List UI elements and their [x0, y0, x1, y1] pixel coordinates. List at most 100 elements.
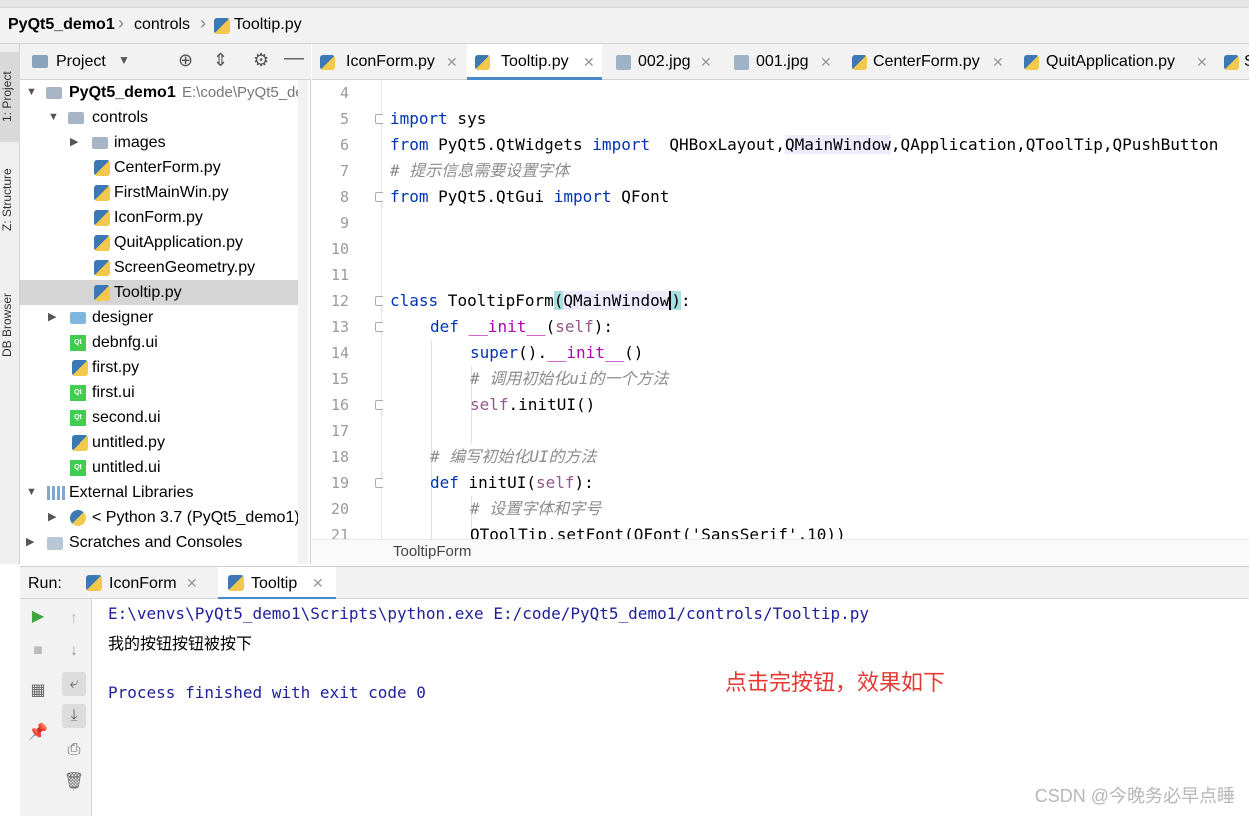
tree-item-file[interactable]: Qt untitled.ui	[20, 455, 305, 480]
editor-breadcrumb-item[interactable]: TooltipForm	[393, 543, 471, 560]
code-text: :	[681, 291, 691, 310]
tree-item-file[interactable]: QuitApplication.py	[20, 230, 305, 255]
tree-item-designer[interactable]: ▶ designer	[20, 305, 305, 330]
collapsed-arrow-icon[interactable]: ▶	[48, 305, 56, 330]
code-text: sys	[447, 109, 487, 128]
tab-overflow[interactable]: S	[1216, 44, 1249, 80]
tree-item-selected-file[interactable]: Tooltip.py	[20, 280, 305, 305]
collapse-all-icon[interactable]: ⇕	[213, 50, 228, 71]
line-number: 13	[330, 318, 349, 336]
arrow-down-icon[interactable]: ↓	[62, 639, 86, 663]
run-tool-window-header: Run: IconForm ✕ Tooltip ✕	[20, 566, 1249, 600]
arrow-up-icon[interactable]: ↑	[62, 607, 86, 631]
close-icon[interactable]: ✕	[820, 44, 832, 80]
soft-wrap-icon[interactable]: ⤶	[62, 672, 86, 696]
line-number: 8	[339, 188, 349, 206]
line-number: 5	[339, 110, 349, 128]
rerun-play-icon[interactable]: ▶	[26, 605, 50, 629]
code-usage-highlight: QMainWindow	[784, 135, 891, 154]
line-number: 11	[330, 266, 349, 284]
folder-icon	[70, 312, 86, 324]
tree-item-file[interactable]: IconForm.py	[20, 205, 305, 230]
tree-item-label: Scratches and Consoles	[69, 534, 243, 551]
tree-item-label: < Python 3.7 (PyQt5_demo1) >	[92, 509, 305, 526]
title-strip	[0, 0, 1249, 8]
tree-item-file[interactable]: FirstMainWin.py	[20, 180, 305, 205]
tree-item-file[interactable]: Qt first.ui	[20, 380, 305, 405]
tree-item-file[interactable]: first.py	[20, 355, 305, 380]
line-number: 12	[330, 292, 349, 310]
close-icon[interactable]: ✕	[583, 44, 595, 80]
structure-tool-tab[interactable]: Z: Structure	[0, 160, 20, 240]
code-line-15: # 调用初始化ui的一个方法	[470, 369, 669, 388]
breadcrumb-separator: ›	[200, 13, 206, 33]
run-tab-iconform[interactable]: IconForm ✕	[80, 567, 212, 600]
code-editor[interactable]: import sys from PyQt5.QtWidgets import Q…	[383, 80, 1249, 539]
tab-iconform[interactable]: IconForm.py ✕	[312, 44, 464, 80]
tab-centerform[interactable]: CenterForm.py ✕	[844, 44, 1010, 80]
line-number: 15	[330, 370, 349, 388]
tab-label: Tooltip.py	[501, 53, 569, 70]
close-icon[interactable]: ✕	[186, 567, 198, 600]
breadcrumb-project[interactable]: PyQt5_demo1	[8, 16, 115, 34]
expanded-arrow-icon[interactable]: ▼	[48, 105, 59, 130]
scroll-to-end-icon[interactable]: ⤓	[62, 704, 86, 728]
close-icon[interactable]: ✕	[312, 567, 324, 600]
project-view-selector[interactable]: Project	[56, 53, 106, 71]
qt-ui-file-icon: Qt	[70, 460, 86, 476]
stop-icon[interactable]: ■	[26, 639, 50, 663]
locate-file-icon[interactable]: ⊕	[178, 50, 193, 71]
minimize-icon[interactable]: —	[284, 47, 304, 70]
code-magic-method: __init__	[547, 343, 625, 362]
close-icon[interactable]: ✕	[446, 44, 458, 80]
collapsed-arrow-icon[interactable]: ▶	[70, 130, 78, 155]
project-scrollbar[interactable]	[298, 80, 308, 564]
project-tool-tab[interactable]: 1: Project	[0, 52, 20, 142]
collapsed-arrow-icon[interactable]: ▶	[48, 505, 56, 530]
tab-002-jpg[interactable]: 002.jpg ✕	[608, 44, 720, 80]
trash-icon[interactable]: 🗑	[62, 770, 86, 794]
tab-label: S	[1244, 44, 1249, 80]
qt-ui-file-icon: Qt	[70, 410, 86, 426]
close-icon[interactable]: ✕	[992, 44, 1004, 80]
tree-item-scratches[interactable]: ▶ Scratches and Consoles	[20, 530, 305, 555]
tree-item-controls[interactable]: ▼ controls	[20, 105, 305, 130]
tab-001-jpg[interactable]: 001.jpg ✕	[726, 44, 840, 80]
code-text: ()	[624, 343, 644, 362]
brace-match: )	[669, 291, 682, 310]
tree-item-python-sdk[interactable]: ▶ < Python 3.7 (PyQt5_demo1) >	[20, 505, 305, 530]
tree-item-external-libraries[interactable]: ▼ External Libraries	[20, 480, 305, 505]
print-icon[interactable]: ⎙	[62, 738, 86, 762]
tree-item-file[interactable]: ScreenGeometry.py	[20, 255, 305, 280]
layout-icon[interactable]: ▦	[26, 679, 50, 703]
expanded-arrow-icon[interactable]: ▼	[26, 80, 37, 105]
breadcrumb-separator: ›	[118, 13, 124, 33]
gear-icon[interactable]: ⚙	[253, 50, 269, 71]
tree-item-images[interactable]: ▶ images	[20, 130, 305, 155]
close-icon[interactable]: ✕	[700, 44, 712, 80]
tab-label: 002.jpg	[638, 53, 691, 70]
code-text: QFont	[611, 187, 670, 206]
pin-icon[interactable]: 📌	[26, 721, 50, 745]
tree-item-label: untitled.py	[92, 434, 165, 451]
close-icon[interactable]: ✕	[1196, 44, 1208, 80]
code-line-19: def initUI(self):	[430, 470, 594, 496]
breadcrumb-folder[interactable]: controls	[134, 16, 190, 34]
tree-item-file[interactable]: Qt debnfg.ui	[20, 330, 305, 355]
run-tab-tooltip[interactable]: Tooltip ✕	[218, 567, 336, 600]
tab-quitapplication[interactable]: QuitApplication.py ✕	[1016, 44, 1214, 80]
tree-item-project-root[interactable]: ▼ PyQt5_demo1 E:\code\PyQt5_de	[20, 80, 305, 105]
code-line-8: from PyQt5.QtGui import QFont	[390, 184, 669, 210]
chevron-down-icon[interactable]: ▼	[118, 53, 130, 67]
run-console-output[interactable]: E:\venvs\PyQt5_demo1\Scripts\python.exe …	[93, 599, 1249, 816]
db-browser-tool-tab[interactable]: DB Browser	[0, 284, 20, 366]
editor-tab-bar: IconForm.py ✕ Tooltip.py ✕ 002.jpg ✕ 001…	[312, 44, 1249, 80]
code-keyword: super	[470, 343, 519, 362]
collapsed-arrow-icon[interactable]: ▶	[26, 530, 34, 555]
tree-item-file[interactable]: Qt second.ui	[20, 405, 305, 430]
tree-item-file[interactable]: untitled.py	[20, 430, 305, 455]
tree-item-file[interactable]: CenterForm.py	[20, 155, 305, 180]
breadcrumb-file[interactable]: Tooltip.py	[234, 16, 302, 34]
tab-tooltip[interactable]: Tooltip.py ✕	[467, 44, 602, 80]
expanded-arrow-icon[interactable]: ▼	[26, 480, 37, 505]
